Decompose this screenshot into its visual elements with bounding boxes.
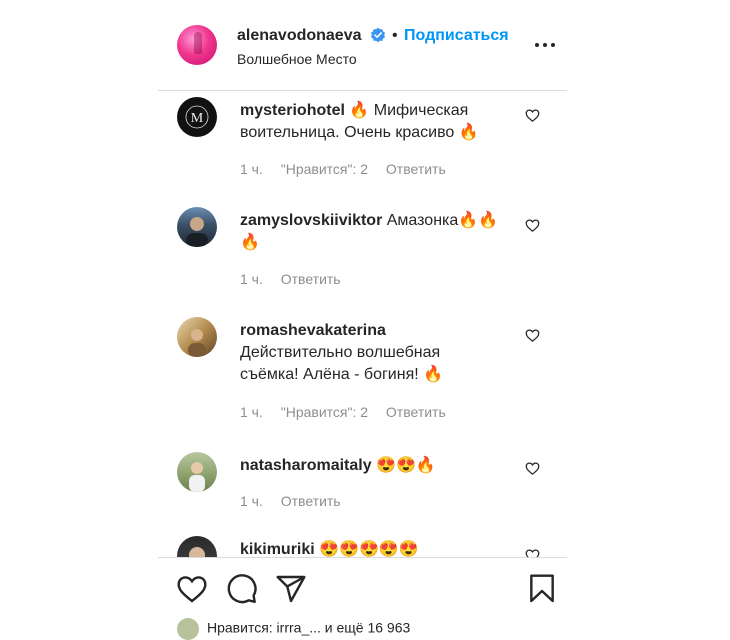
comment-item: zamyslovskiiviktor Амазонка🔥🔥🔥 1 ч. Отве… <box>158 201 567 311</box>
comment-text: 😍😍😍😍😍 <box>319 541 419 557</box>
avatar-photo <box>189 462 205 492</box>
bookmark-icon[interactable] <box>526 573 558 605</box>
heart-icon[interactable] <box>525 218 540 233</box>
comment-username[interactable]: natasharomaitaly <box>240 457 372 474</box>
comment-username[interactable]: mysteriohotel <box>240 102 345 119</box>
post-header: alenavodonaeva • Подписаться Волшебное М… <box>158 0 567 91</box>
avatar-photo <box>186 217 208 247</box>
comment-likes[interactable]: "Нравится": 2 <box>281 404 368 420</box>
comment-text: 😍😍🔥 <box>376 457 436 474</box>
heart-icon[interactable] <box>176 573 208 605</box>
likes-text[interactable]: Нравится: irrra_... и ещё 16 963 <box>207 620 410 636</box>
commenter-avatar[interactable] <box>177 452 217 492</box>
heart-icon[interactable] <box>525 461 540 476</box>
comments-list[interactable]: M mysteriohotel 🔥 Мифическая воительница… <box>158 91 567 557</box>
avatar-photo <box>188 329 206 357</box>
comment-username[interactable]: kikimuriki <box>240 541 315 557</box>
header-separator: • <box>392 27 398 44</box>
comment-time[interactable]: 1 ч. <box>240 161 263 177</box>
liker-avatar <box>177 618 199 640</box>
author-avatar[interactable] <box>177 25 217 65</box>
reply-button[interactable]: Ответить <box>386 161 446 177</box>
commenter-avatar[interactable] <box>177 317 217 357</box>
commenter-avatar[interactable] <box>177 207 217 247</box>
avatar-photo <box>189 547 205 557</box>
post-panel: alenavodonaeva • Подписаться Волшебное М… <box>158 0 567 640</box>
heart-icon[interactable] <box>525 328 540 343</box>
comment-text: Действительно волшебная съёмка! Алёна - … <box>240 344 444 383</box>
heart-icon[interactable] <box>525 548 540 557</box>
commenter-avatar[interactable] <box>177 536 217 557</box>
reply-button[interactable]: Ответить <box>281 271 341 287</box>
author-username[interactable]: alenavodonaeva <box>237 27 362 45</box>
share-icon[interactable] <box>275 573 307 605</box>
comment-time[interactable]: 1 ч. <box>240 271 263 287</box>
comment-item: M mysteriohotel 🔥 Мифическая воительница… <box>158 91 567 201</box>
reply-button[interactable]: Ответить <box>386 404 446 420</box>
comment-time[interactable]: 1 ч. <box>240 493 263 509</box>
comment-item: kikimuriki 😍😍😍😍😍 <box>158 536 567 557</box>
reply-button[interactable]: Ответить <box>281 493 341 509</box>
post-actions-bar: Нравится: irrra_... и ещё 16 963 <box>158 557 567 640</box>
comment-likes[interactable]: "Нравится": 2 <box>281 161 368 177</box>
comment-username[interactable]: zamyslovskiiviktor <box>240 212 382 229</box>
post-location[interactable]: Волшебное Место <box>237 51 357 67</box>
comment-icon[interactable] <box>226 573 258 605</box>
commenter-avatar[interactable]: M <box>177 97 217 137</box>
comment-time[interactable]: 1 ч. <box>240 404 263 420</box>
comment-item: romashevakaterina Действительно волшебна… <box>158 311 567 446</box>
verified-badge-icon <box>371 27 385 43</box>
likes-summary[interactable]: Нравится: irrra_... и ещё 16 963 <box>177 618 410 640</box>
comment-username[interactable]: romashevakaterina <box>240 322 386 339</box>
follow-button[interactable]: Подписаться <box>404 27 509 45</box>
svg-text:M: M <box>191 111 204 126</box>
comment-item: natasharomaitaly 😍😍🔥 1 ч. Ответить <box>158 446 567 536</box>
mysteriohotel-logo: M <box>185 105 209 129</box>
heart-icon[interactable] <box>525 108 540 123</box>
more-options-icon[interactable] <box>535 37 555 53</box>
